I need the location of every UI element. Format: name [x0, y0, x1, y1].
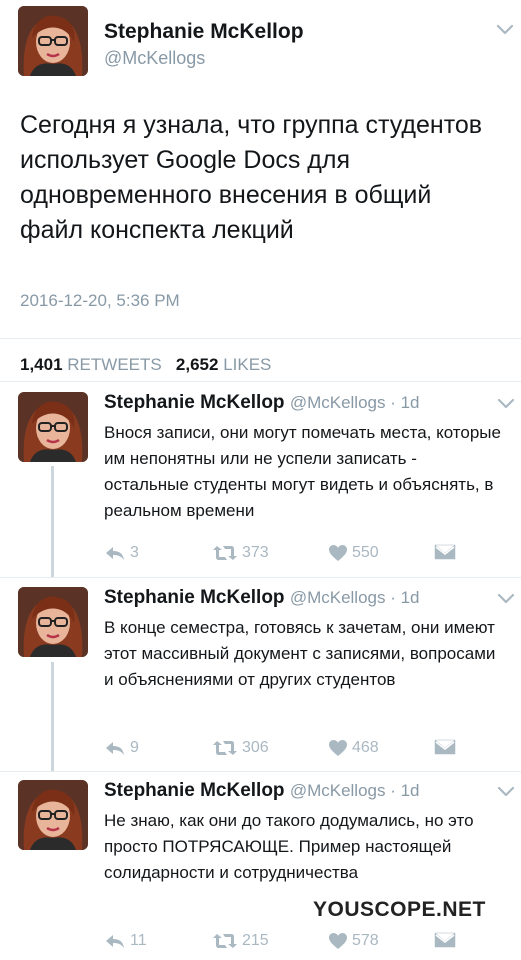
like-action[interactable]: 578: [328, 932, 379, 950]
author-handle[interactable]: @McKellogs: [104, 48, 205, 69]
retweets-label: RETWEETS: [67, 355, 162, 374]
tweet-header: Stephanie McKellop @McKellogs: [18, 6, 521, 76]
dm-action[interactable]: [434, 932, 456, 948]
heart-icon: [328, 739, 348, 757]
heart-icon: [328, 544, 348, 562]
avatar[interactable]: [18, 6, 88, 76]
like-action[interactable]: 550: [328, 544, 379, 562]
reply-header: Stephanie McKellop @McKellogs · 1d: [104, 780, 420, 802]
retweet-action[interactable]: 373: [212, 544, 269, 562]
divider: [0, 338, 521, 339]
dm-action[interactable]: [434, 739, 456, 755]
retweet-icon: [212, 933, 238, 949]
retweets-count: 1,401: [20, 355, 63, 374]
action-bar: 3 373 550: [104, 544, 501, 564]
reply-text: Внося записи, они могут помечать места, …: [104, 423, 501, 520]
direct-message-icon: [434, 739, 456, 755]
reply-text: Не знаю, как они до такого додумались, н…: [104, 811, 474, 882]
like-count: 550: [352, 544, 379, 561]
likes-count: 2,652: [175, 355, 219, 374]
author-name[interactable]: Stephanie McKellop: [104, 20, 304, 44]
dm-action[interactable]: [434, 544, 456, 560]
chevron-down-icon[interactable]: [496, 24, 514, 36]
direct-message-icon: [434, 544, 456, 560]
reply-icon: [104, 740, 126, 756]
reply-text: В конце семестра, готовясь к зачетам, он…: [104, 618, 496, 689]
reply-icon: [104, 545, 126, 561]
chevron-down-icon[interactable]: [497, 786, 515, 798]
retweet-action[interactable]: 215: [212, 932, 269, 950]
like-action[interactable]: 468: [328, 739, 379, 757]
reply-count: 11: [130, 932, 147, 949]
tweet-timestamp[interactable]: 2016-12-20, 5:36 PM: [20, 291, 180, 311]
reply-action[interactable]: 3: [104, 544, 139, 562]
like-count: 468: [352, 739, 379, 756]
reply-action[interactable]: 11: [104, 932, 147, 950]
divider: [0, 381, 521, 382]
retweet-action[interactable]: 306: [212, 739, 269, 757]
retweet-icon: [212, 740, 238, 756]
reply-meta[interactable]: @McKellogs · 1d: [290, 588, 420, 607]
thread-line: [51, 466, 54, 578]
avatar[interactable]: [18, 587, 88, 657]
chevron-down-icon[interactable]: [497, 398, 515, 410]
retweet-count: 215: [242, 932, 269, 949]
avatar[interactable]: [18, 780, 88, 850]
reply-author-name[interactable]: Stephanie McKellop: [104, 392, 285, 413]
reply-action[interactable]: 9: [104, 739, 139, 757]
tweet-stats: 1,401 RETWEETS 2,652 LIKES: [20, 355, 271, 375]
divider: [0, 577, 521, 578]
action-bar: 9 306 468: [104, 739, 501, 759]
divider: [0, 771, 521, 772]
likes-label: LIKES: [223, 355, 272, 374]
reply-count: 3: [130, 544, 139, 561]
reply-header: Stephanie McKellop @McKellogs · 1d: [104, 392, 420, 414]
reply-author-name[interactable]: Stephanie McKellop: [104, 587, 285, 608]
watermark: YOUSCOPE.NET: [313, 898, 486, 921]
avatar[interactable]: [18, 392, 88, 462]
reply-icon: [104, 933, 126, 949]
reply-count: 9: [130, 739, 139, 756]
retweets-stat[interactable]: 1,401 RETWEETS: [20, 355, 162, 374]
retweet-icon: [212, 545, 238, 561]
reply-author-name[interactable]: Stephanie McKellop: [104, 780, 285, 801]
reply-meta[interactable]: @McKellogs · 1d: [290, 781, 420, 800]
chevron-down-icon[interactable]: [497, 593, 515, 605]
tweet-text: Сегодня я узнала, что группа студентов и…: [20, 111, 483, 244]
action-bar: 11 215 578: [104, 932, 501, 952]
thread-line: [51, 662, 54, 772]
likes-stat[interactable]: 2,652 LIKES: [176, 355, 271, 374]
heart-icon: [328, 932, 348, 950]
reply-meta[interactable]: @McKellogs · 1d: [290, 393, 420, 412]
reply-header: Stephanie McKellop @McKellogs · 1d: [104, 587, 420, 609]
direct-message-icon: [434, 932, 456, 948]
retweet-count: 306: [242, 739, 269, 756]
retweet-count: 373: [242, 544, 269, 561]
like-count: 578: [352, 932, 379, 949]
